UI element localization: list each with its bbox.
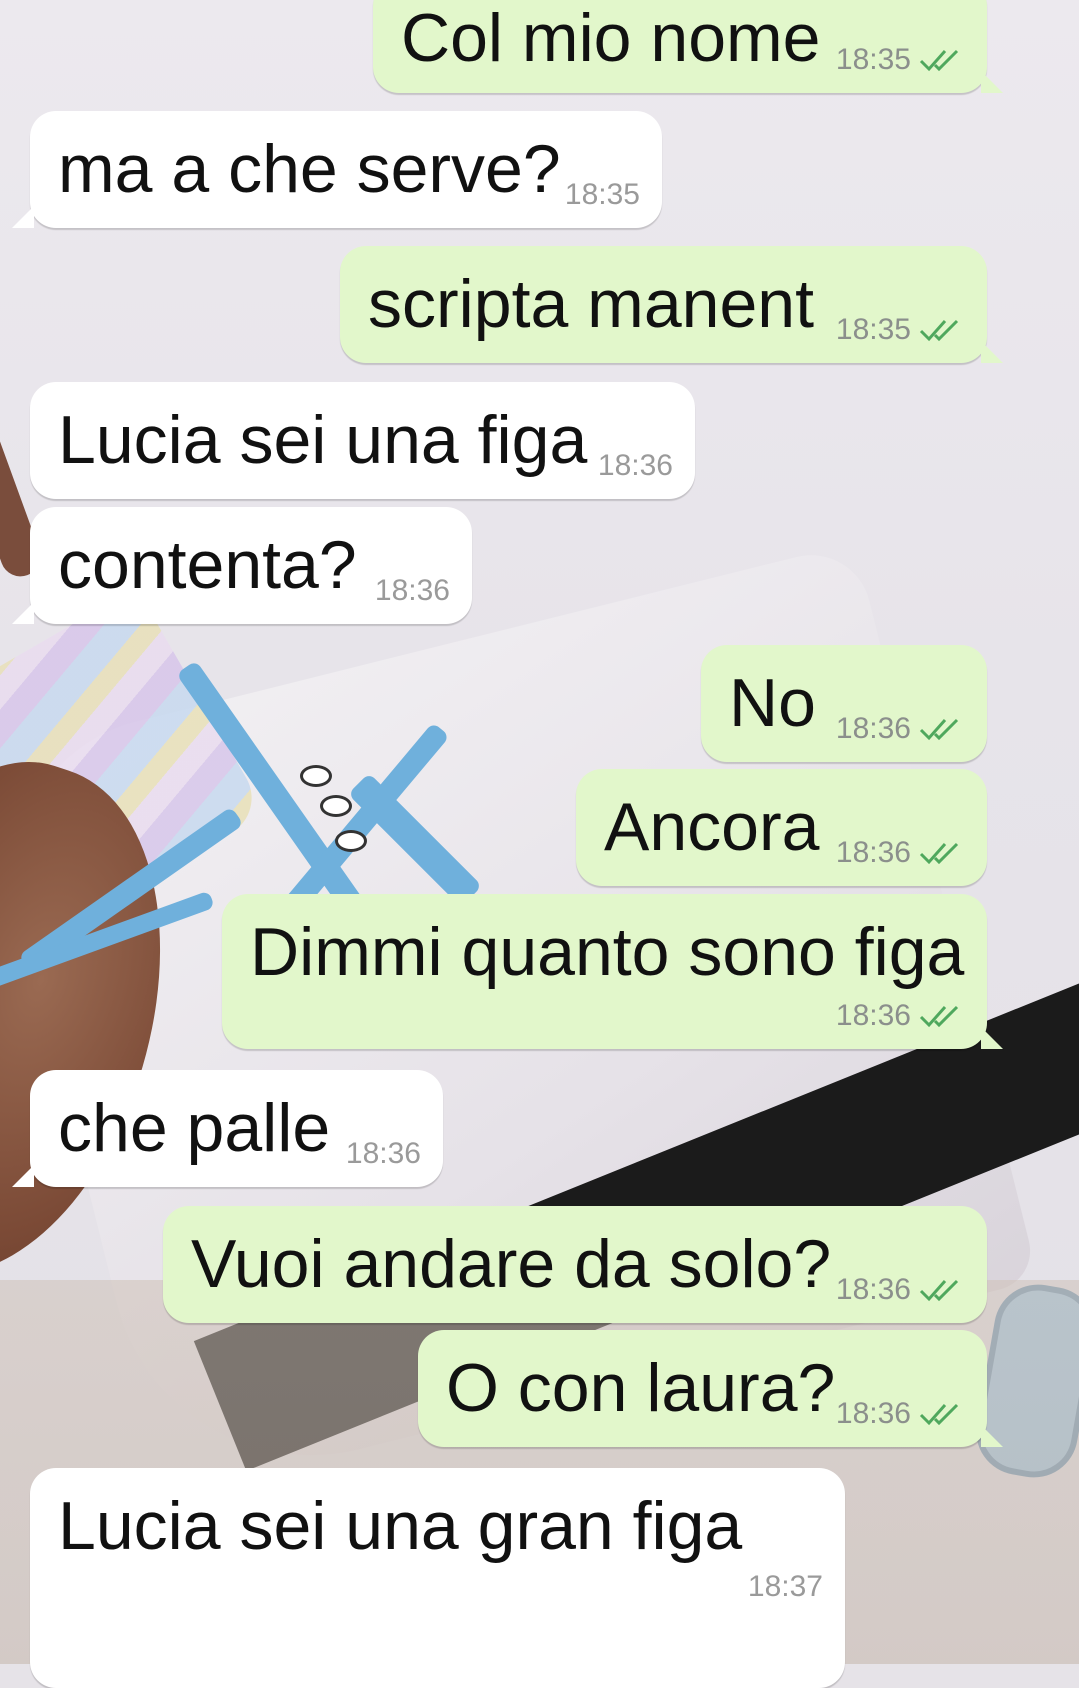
message-text: Vuoi andare da solo? — [191, 1226, 832, 1302]
message-time: 18:36 — [835, 712, 911, 745]
message-incoming[interactable]: Lucia sei una figa 18:36 — [30, 382, 695, 499]
message-outgoing[interactable]: Ancora 18:36 — [576, 769, 987, 886]
message-time: 18:35 — [835, 43, 911, 76]
message-time: 18:36 — [345, 1137, 421, 1170]
message-outgoing[interactable]: scripta manent 18:35 — [340, 246, 1003, 363]
message-time: 18:35 — [835, 313, 911, 346]
message-meta: 18:35 — [565, 178, 640, 212]
message-time: 18:36 — [597, 449, 673, 482]
message-text: ma a che serve? — [58, 131, 561, 207]
message-list[interactable]: Col mio nome 18:35 ma a che serve? 18:35… — [0, 0, 1079, 1688]
message-text: Lucia sei una gran figa — [58, 1488, 743, 1564]
message-text: Col mio nome — [401, 0, 821, 76]
message-meta: 18:36 — [836, 1273, 965, 1307]
message-meta: 18:36 — [346, 1137, 421, 1171]
double-check-read-icon — [919, 1403, 959, 1426]
message-text: Dimmi quanto sono figa — [250, 914, 965, 990]
message-text: scripta manent — [368, 266, 814, 342]
message-incoming[interactable]: ma a che serve? 18:35 — [12, 111, 662, 228]
message-time: 18:36 — [835, 1273, 911, 1306]
message-time: 18:36 — [374, 574, 450, 607]
message-text: che palle — [58, 1090, 331, 1166]
message-meta: 18:36 — [598, 449, 673, 483]
message-incoming[interactable]: che palle 18:36 — [12, 1070, 443, 1187]
message-outgoing[interactable]: Col mio nome 18:35 — [373, 0, 1003, 93]
message-time: 18:37 — [747, 1570, 823, 1603]
message-outgoing[interactable]: Vuoi andare da solo? 18:36 — [163, 1206, 987, 1323]
message-meta: 18:36 — [836, 712, 965, 746]
message-time: 18:36 — [835, 1397, 911, 1430]
message-outgoing[interactable]: No 18:36 — [701, 645, 987, 762]
message-time: 18:35 — [564, 178, 640, 211]
message-meta: 18:35 — [836, 313, 965, 347]
message-meta: 18:36 — [836, 999, 965, 1033]
message-meta: 18:36 — [375, 574, 450, 608]
message-incoming[interactable]: contenta? 18:36 — [12, 507, 472, 624]
message-meta: 18:35 — [836, 43, 965, 77]
message-time: 18:36 — [835, 999, 911, 1032]
message-meta: 18:36 — [836, 836, 965, 870]
message-time: 18:36 — [835, 836, 911, 869]
message-text: Ancora — [604, 789, 820, 865]
message-meta: 18:36 — [836, 1397, 965, 1431]
message-text: O con laura? — [446, 1350, 836, 1426]
message-text: contenta? — [58, 527, 357, 603]
message-outgoing[interactable]: O con laura? 18:36 — [418, 1330, 1003, 1447]
message-incoming[interactable]: Lucia sei una gran figa 18:37 — [30, 1468, 845, 1688]
message-meta: 18:37 — [748, 1570, 823, 1604]
message-text: Lucia sei una figa — [58, 402, 588, 478]
double-check-read-icon — [919, 319, 959, 342]
double-check-read-icon — [919, 1279, 959, 1302]
message-text: No — [729, 665, 816, 741]
message-outgoing[interactable]: Dimmi quanto sono figa 18:36 — [222, 894, 1003, 1049]
double-check-read-icon — [919, 842, 959, 865]
double-check-read-icon — [919, 49, 959, 72]
double-check-read-icon — [919, 718, 959, 741]
double-check-read-icon — [919, 1005, 959, 1028]
